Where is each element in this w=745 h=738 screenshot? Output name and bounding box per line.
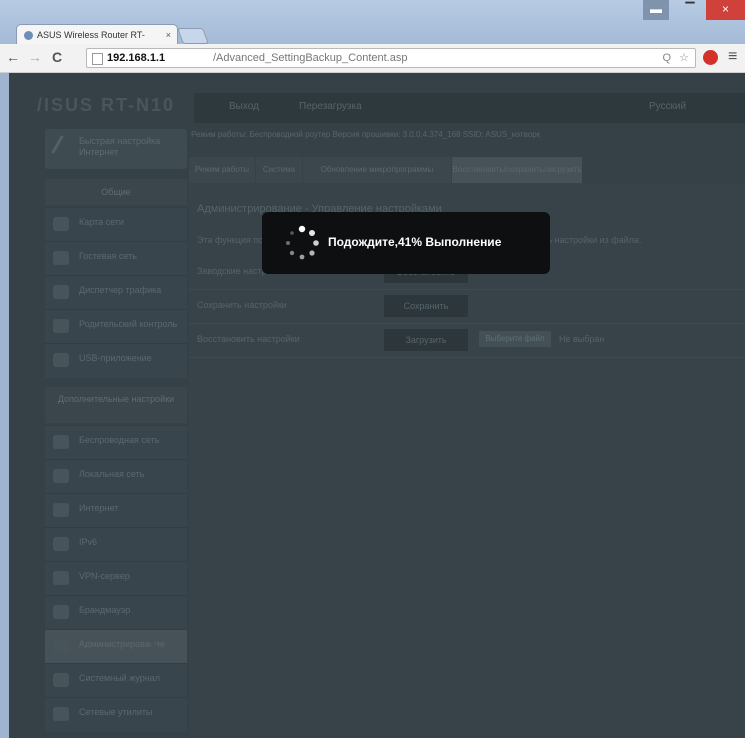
new-tab-button[interactable] xyxy=(177,28,209,44)
close-window-icon[interactable]: × xyxy=(706,0,745,20)
address-bar[interactable]: 192.168.1.1 /Advanced_SettingBackup_Cont… xyxy=(86,48,696,68)
minimize-icon[interactable]: ▬ xyxy=(643,0,669,20)
tab-title: ASUS Wireless Router RT- xyxy=(37,30,145,40)
modal-dim-overlay xyxy=(9,73,745,738)
router-page: /ISUS RT-N10 Выход Перезагрузка Русский … xyxy=(9,73,745,738)
favicon-icon xyxy=(24,31,33,40)
loading-popup: Подождите,41% Выполнение xyxy=(262,212,550,274)
zoom-icon[interactable]: Q xyxy=(662,49,671,67)
spinner-icon xyxy=(286,225,319,260)
browser-tab[interactable]: ASUS Wireless Router RT- × xyxy=(16,24,178,45)
maximize-icon[interactable]: ▔ xyxy=(676,0,704,20)
url-host: 192.168.1.1 xyxy=(107,52,166,64)
loading-message: Подождите,41% Выполнение xyxy=(328,235,502,249)
extension-icon[interactable] xyxy=(703,50,718,65)
url-path: /Advanced_SettingBackup_Content.asp xyxy=(213,52,408,64)
page-icon xyxy=(92,53,103,65)
back-icon[interactable]: ← xyxy=(6,49,20,65)
browser-menu-icon[interactable]: ≡ xyxy=(728,48,737,66)
browser-toolbar: ← → C 192.168.1.1 /Advanced_SettingBacku… xyxy=(0,44,745,73)
browser-titlebar: ASUS Wireless Router RT- × ▬ ▔ × xyxy=(0,0,745,45)
tab-close-icon[interactable]: × xyxy=(166,25,171,45)
forward-icon[interactable]: → xyxy=(28,49,42,65)
bookmark-star-icon[interactable]: ☆ xyxy=(679,49,689,67)
reload-icon[interactable]: C xyxy=(52,49,62,65)
